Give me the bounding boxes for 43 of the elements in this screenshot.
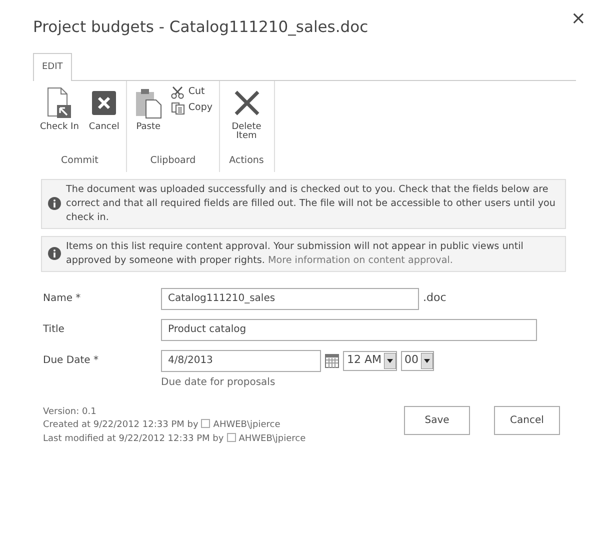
ribbon-button[interactable]: Paste: [131, 85, 166, 154]
user-name: AHWEB\jpierce: [213, 420, 280, 430]
hour-dropdown[interactable]: 12 AM: [343, 350, 397, 371]
audit-text: Created at 9/22/2012 12:33 PM by: [43, 420, 198, 430]
file-extension: .doc: [423, 290, 446, 306]
calendar-icon[interactable]: [325, 354, 339, 368]
dropdown-arrow-icon[interactable]: [384, 352, 396, 369]
audit-text: Last modified at 9/22/2012 12:33 PM by: [43, 434, 224, 444]
text-field[interactable]: Catalog111210_sales: [161, 288, 419, 310]
check-in-icon: [45, 87, 74, 119]
ribbon-button[interactable]: Delete Item: [224, 85, 270, 154]
ribbon-button[interactable]: Cut: [169, 85, 215, 100]
info-icon: [48, 247, 61, 260]
field-hint: Due date for proposals: [161, 376, 276, 390]
message-text: The document was uploaded successfully and is checked out to you. Check that the fields below are correct and that all required fields are filled out. The file will not be accessible to other users until you check in.: [66, 183, 556, 225]
info-link[interactable]: More information on content approval.: [268, 254, 453, 266]
group-label: Actions: [228, 154, 265, 168]
field-label: Name *: [43, 292, 82, 306]
field-label: Due Date *: [43, 354, 100, 368]
info-icon: [48, 197, 61, 210]
ribbon-button[interactable]: Copy: [169, 101, 215, 116]
ribbon-button[interactable]: Check In: [37, 85, 82, 154]
field-label: Title: [43, 322, 66, 337]
user-name: AHWEB\jpierce: [238, 434, 306, 444]
minute-dropdown[interactable]: 00: [400, 350, 434, 371]
group-label: Clipboard: [149, 154, 197, 168]
paste-icon: [134, 87, 162, 119]
footer-button[interactable]: Cancel: [494, 406, 560, 435]
footer-button[interactable]: Save: [404, 406, 470, 435]
dropdown-arrow-icon[interactable]: [420, 352, 433, 369]
date-field[interactable]: 4/8/2013: [161, 350, 321, 372]
group-label: Commit: [60, 154, 100, 168]
dialog-title: Project budgets - Catalog111210_sales.doc: [33, 18, 368, 37]
close-button[interactable]: ×: [570, 10, 586, 28]
user-presence-icon: [201, 419, 210, 428]
text-field[interactable]: Product catalog: [161, 318, 537, 341]
scissors-icon: [171, 86, 186, 99]
user-presence-icon: [226, 433, 236, 442]
message-text: Items on this list require content approval. Your submission will not appear in public views until approved by someone with proper rights. More information on content approval.: [66, 240, 524, 268]
copy-icon: [171, 102, 186, 115]
version-text: Version: 0.1: [43, 406, 98, 419]
ribbon-tab[interactable]: EDIT: [33, 52, 72, 81]
ribbon-button[interactable]: Cancel: [86, 85, 122, 154]
